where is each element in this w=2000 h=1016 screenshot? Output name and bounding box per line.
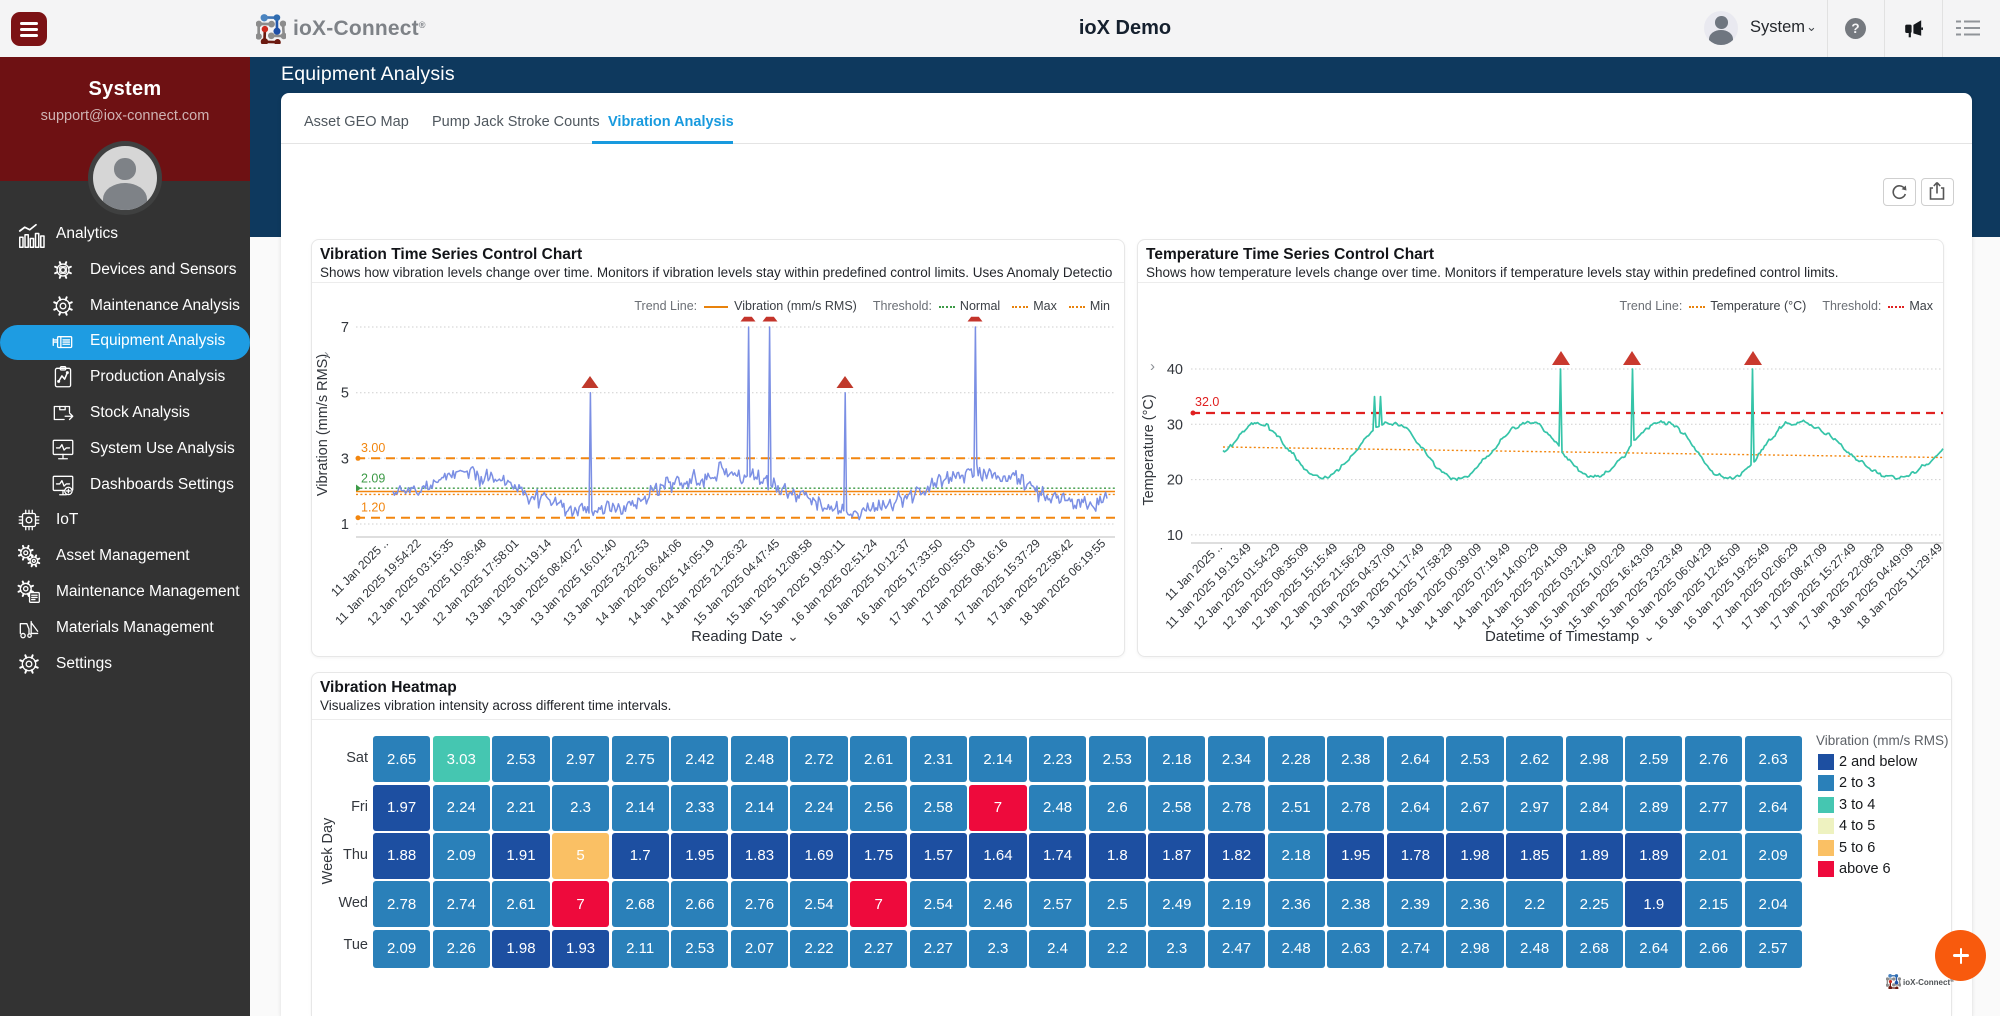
- svg-text:Reading Date ⌄: Reading Date ⌄: [691, 628, 799, 645]
- svg-text:3: 3: [341, 451, 349, 467]
- svg-text:20: 20: [1167, 473, 1183, 489]
- svg-text:›: ›: [324, 346, 329, 363]
- svg-text:10: 10: [1167, 528, 1183, 544]
- svg-text:1.20: 1.20: [361, 501, 385, 515]
- svg-text:30: 30: [1167, 417, 1183, 433]
- svg-text:1: 1: [341, 517, 349, 533]
- svg-text:3.00: 3.00: [361, 441, 385, 455]
- svg-text:2.09: 2.09: [361, 472, 385, 486]
- svg-text:7: 7: [341, 320, 349, 336]
- svg-text:32.0: 32.0: [1195, 395, 1219, 409]
- svg-text:Datetime of Timestamp ⌄: Datetime of Timestamp ⌄: [1485, 628, 1655, 645]
- svg-text:Temperature (°C): Temperature (°C): [1141, 394, 1157, 505]
- svg-text:40: 40: [1167, 362, 1183, 378]
- svg-text:5: 5: [341, 386, 349, 402]
- svg-text:Vibration (mm/s RMS): Vibration (mm/s RMS): [315, 354, 331, 496]
- svg-text:›: ›: [1150, 358, 1155, 375]
